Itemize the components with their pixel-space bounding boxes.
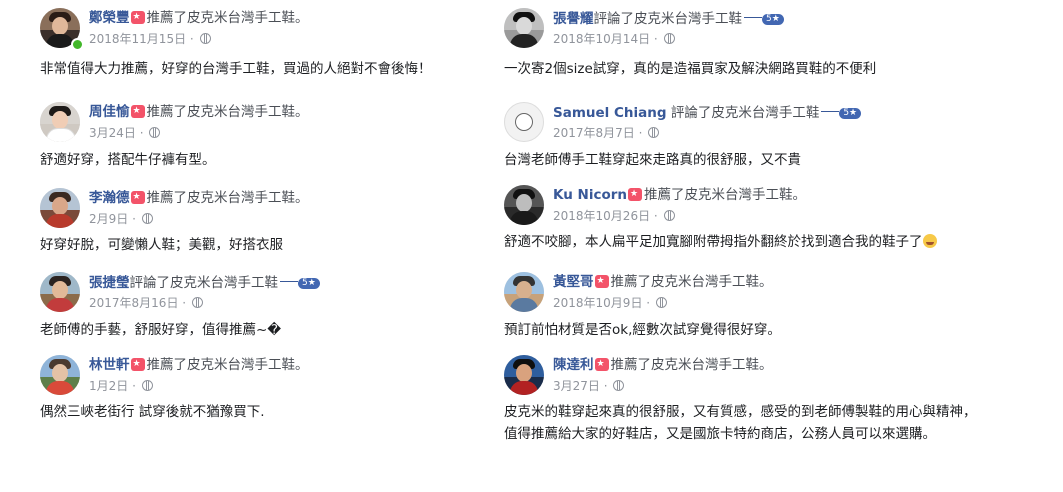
review-text: 偶然三峽老街行 試穿後就不猶豫買下. [40, 404, 265, 420]
review-item: 林世軒推薦了皮克米台灣手工鞋。 1月2日 · 偶然三峽老街行 試穿後就不猶豫買下… [40, 355, 510, 420]
review-item: 張譽耀評論了皮克米台灣手工鞋 5★ 2018年10月14日 · 一次寄2個size… [504, 8, 1044, 77]
review-action: 推薦了皮克米台灣手工鞋。 [610, 357, 773, 373]
globe-icon [191, 297, 203, 308]
globe-icon [141, 380, 153, 391]
avatar[interactable] [504, 272, 544, 312]
crying-face-emoji-icon [922, 234, 937, 248]
review-item: Samuel Chiang 評論了皮克米台灣手工鞋 5★ 2017年8月7日 · … [504, 102, 1044, 168]
review-date[interactable]: 2018年10月14日 [553, 32, 650, 46]
review-date[interactable]: 2月9日 [89, 212, 128, 226]
recommend-icon [594, 358, 609, 371]
review-action: 推薦了皮克米台灣手工鞋。 [644, 187, 807, 203]
rating-value: 5★ [762, 14, 784, 25]
reviewer-name[interactable]: 林世軒 [89, 357, 130, 373]
review-date[interactable]: 2017年8月7日 [553, 126, 635, 140]
review-item: 陳達利推薦了皮克米台灣手工鞋。 3月27日 · 皮克米的鞋穿起來真的很舒服，又有… [504, 355, 1044, 442]
reviewer-name[interactable]: 鄭榮豐 [89, 10, 130, 26]
globe-icon [663, 210, 675, 221]
globe-icon [655, 297, 667, 308]
rating-badge: 5★ [744, 8, 784, 28]
avatar[interactable] [504, 355, 544, 395]
review-item: 張捷瑩評論了皮克米台灣手工鞋 5★ 2017年8月16日 · 老師傅的手藝，舒服好… [40, 272, 510, 338]
review-action: 評論了皮克米台灣手工鞋 [670, 105, 820, 121]
recommend-icon [130, 105, 145, 118]
recommend-icon [594, 275, 609, 288]
recommend-icon [130, 191, 145, 204]
review-action: 推薦了皮克米台灣手工鞋。 [146, 104, 309, 120]
reviewer-name[interactable]: Samuel Chiang [553, 105, 667, 121]
review-text: 一次寄2個size試穿，真的是造福買家及解決網路買鞋的不便利 [504, 61, 877, 77]
reviewer-name[interactable]: 黃堅哥 [553, 274, 594, 290]
avatar[interactable] [40, 355, 80, 395]
recommend-icon [130, 358, 145, 371]
avatar[interactable] [40, 188, 80, 228]
reviewer-name[interactable]: 周佳愉 [89, 104, 130, 120]
review-text: 皮克米的鞋穿起來真的很舒服，又有質感，感受的到老師傅製鞋的用心與精神， [504, 404, 977, 420]
reviewer-name[interactable]: 張捷瑩 [89, 275, 130, 291]
review-action: 推薦了皮克米台灣手工鞋。 [146, 357, 309, 373]
online-status-icon [71, 38, 84, 51]
review-date[interactable]: 2018年10月26日 [553, 209, 650, 223]
globe-icon [613, 380, 625, 391]
review-text: 好穿好脫，可變懶人鞋；美觀，好搭衣服 [40, 237, 283, 253]
globe-icon [663, 33, 675, 44]
review-action: 推薦了皮克米台灣手工鞋。 [146, 190, 309, 206]
rating-value: 5★ [298, 278, 320, 289]
reviewer-name[interactable]: 李瀚德 [89, 190, 130, 206]
review-item: 李瀚德推薦了皮克米台灣手工鞋。 2月9日 · 好穿好脫，可變懶人鞋；美觀，好搭衣… [40, 188, 510, 253]
review-item: Ku Nicorn推薦了皮克米台灣手工鞋。 2018年10月26日 · 舒適不咬… [504, 185, 1044, 250]
reviewer-name[interactable]: Ku Nicorn [553, 187, 627, 203]
review-date[interactable]: 3月27日 [553, 379, 600, 393]
review-date[interactable]: 2018年10月9日 [553, 296, 642, 310]
review-text-content: 舒適不咬腳，本人扁平足加寬腳附帶拇指外翻終於找到適合我的鞋子了 [504, 234, 923, 250]
avatar[interactable] [504, 185, 544, 225]
rating-badge: 5★ [821, 102, 862, 122]
review-action: 推薦了皮克米台灣手工鞋。 [146, 10, 309, 26]
globe-icon [648, 127, 660, 138]
review-text: 非常值得大力推薦，好穿的台灣手工鞋，買過的人絕對不會後悔！ [40, 61, 432, 77]
globe-icon [141, 213, 153, 224]
globe-icon [199, 33, 211, 44]
review-date[interactable]: 3月24日 [89, 126, 136, 140]
avatar[interactable] [40, 102, 80, 142]
reviewer-name[interactable]: 陳達利 [553, 357, 594, 373]
review-action: 推薦了皮克米台灣手工鞋。 [610, 274, 773, 290]
avatar[interactable] [40, 272, 80, 312]
review-text: 舒適好穿，搭配牛仔褲有型。 [40, 152, 216, 168]
review-action: 評論了皮克米台灣手工鞋 [593, 11, 743, 27]
review-text: 預訂前怕材質是否ok,經數次試穿覺得很好穿。 [504, 322, 781, 338]
review-item: 周佳愉推薦了皮克米台灣手工鞋。 3月24日 · 舒適好穿，搭配牛仔褲有型。 [40, 102, 510, 168]
review-date[interactable]: 2017年8月16日 [89, 296, 178, 310]
review-text: 台灣老師傅手工鞋穿起來走路真的很舒服，又不貴 [504, 152, 801, 168]
recommend-icon [628, 188, 643, 201]
review-text: 老師傅的手藝，舒服好穿，值得推薦~� [40, 322, 282, 338]
review-date[interactable]: 1月2日 [89, 379, 128, 393]
globe-icon [149, 127, 161, 138]
review-date[interactable]: 2018年11月15日 [89, 32, 186, 46]
review-text: 舒適不咬腳，本人扁平足加寬腳附帶拇指外翻終於找到適合我的鞋子了 [504, 231, 937, 253]
review-action: 評論了皮克米台灣手工鞋 [129, 275, 279, 291]
recommend-icon [130, 11, 145, 24]
review-text-line2: 值得推薦給大家的好鞋店，又是國旅卡特約商店，公務人員可以來選購。 [504, 426, 936, 442]
rating-badge: 5★ [280, 272, 320, 292]
review-item: 黃堅哥推薦了皮克米台灣手工鞋。 2018年10月9日 · 預訂前怕材質是否ok,… [504, 272, 1044, 338]
avatar[interactable] [504, 102, 544, 142]
rating-value: 5★ [839, 108, 862, 119]
avatar[interactable] [504, 8, 544, 48]
reviewer-name[interactable]: 張譽耀 [553, 11, 594, 27]
review-item: 鄭榮豐推薦了皮克米台灣手工鞋。 2018年11月15日 · 非常值得大力推薦，好… [40, 8, 510, 77]
